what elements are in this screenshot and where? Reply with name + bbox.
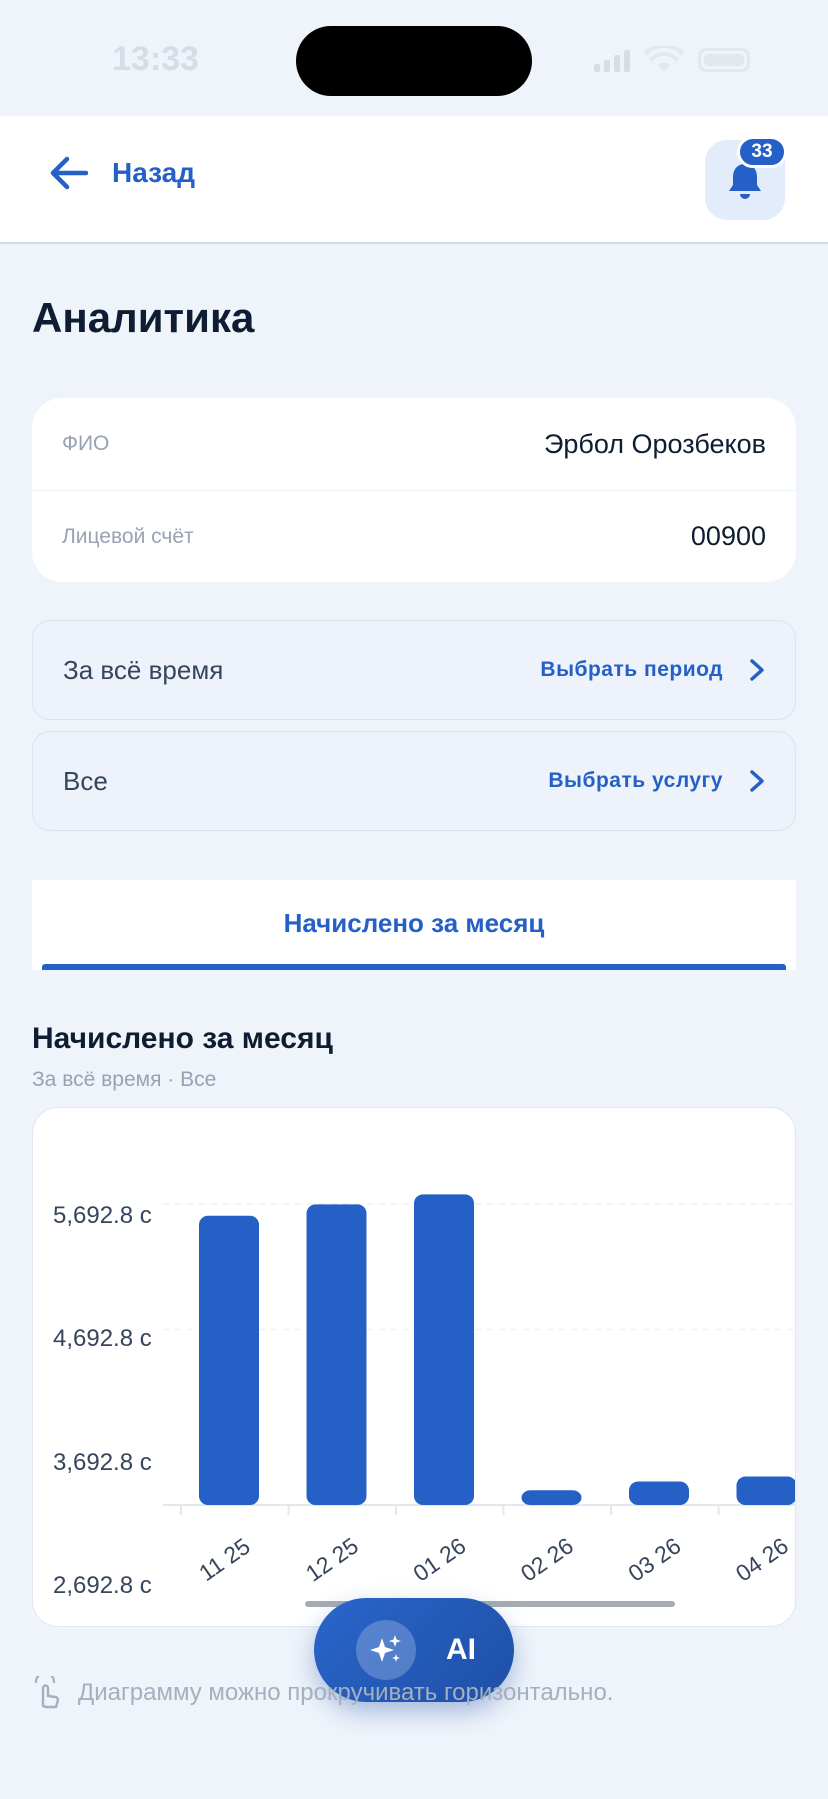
bar (199, 1215, 259, 1505)
tab-active-indicator (42, 964, 786, 970)
wifi-icon (644, 46, 684, 72)
back-label: Назад (112, 157, 196, 188)
y-tick-label: 4,692.8 с (53, 1325, 152, 1352)
bar (306, 1204, 367, 1505)
y-tick-label: 3,692.8 с (53, 1449, 152, 1476)
section-title: Начислено за месяц (32, 1022, 333, 1055)
info-value: 00900 (690, 521, 766, 551)
arrow-left-icon (50, 156, 88, 190)
info-value: Эрбол Орозбеков (543, 428, 766, 459)
bar (736, 1476, 795, 1505)
back-button[interactable]: Назад (50, 156, 195, 190)
x-tick-label: 02 26 (516, 1532, 578, 1586)
info-row-fio: ФИО Эрбол Орозбеков (32, 398, 796, 490)
bar (521, 1490, 582, 1505)
period-value: За всё время (63, 654, 224, 685)
hint-text: Диаграмму можно прокручивать горизонталь… (78, 1679, 614, 1706)
select-period-label: Выбрать период (540, 658, 723, 681)
x-tick-label: 04 26 (731, 1532, 793, 1586)
period-filter[interactable]: За всё время Выбрать период (32, 620, 796, 720)
notification-count-badge: 33 (737, 136, 787, 168)
bar (414, 1194, 474, 1505)
chevron-right-icon (750, 659, 764, 681)
x-tick-label: 03 26 (623, 1532, 685, 1586)
page-title: Аналитика (32, 294, 255, 341)
info-label: Лицевой счёт (62, 524, 194, 548)
x-tick-label: 12 25 (301, 1532, 363, 1586)
status-bar: 13:33 (0, 0, 828, 116)
section-subtitle: За всё время · Все (32, 1068, 217, 1091)
account-info-card: ФИО Эрбол Орозбеков Лицевой счёт 00900 (32, 398, 796, 582)
chevron-right-icon (750, 770, 764, 792)
select-service-button[interactable]: Выбрать услугу (548, 769, 765, 793)
status-time: 13:33 (112, 40, 199, 78)
select-period-button[interactable]: Выбрать период (540, 658, 765, 682)
y-tick-label: 5,692.8 с (53, 1202, 152, 1229)
ai-label: AI (446, 1633, 476, 1666)
status-icons (594, 46, 750, 74)
sparkle-icon (356, 1620, 416, 1680)
service-value: Все (63, 765, 108, 796)
x-tick-label: 01 26 (408, 1532, 470, 1586)
bar-chart: 5,692.8 с 4,692.8 с 3,692.8 с 2,692.8 с 11 2… (53, 1194, 795, 1599)
dynamic-island (296, 26, 532, 96)
cellular-signal-icon (594, 48, 630, 72)
battery-icon (698, 48, 750, 72)
y-tick-label: 2,692.8 с (53, 1572, 152, 1599)
chart-card[interactable]: 5,692.8 с 4,692.8 с 3,692.8 с 2,692.8 с 11 2… (32, 1107, 796, 1627)
bar (629, 1481, 689, 1505)
service-filter[interactable]: Все Выбрать услугу (32, 731, 796, 831)
tab-strip: Начислено за месяц (32, 880, 796, 970)
notifications-button[interactable]: 33 (705, 136, 787, 220)
select-service-label: Выбрать услугу (548, 769, 723, 792)
hand-swipe-icon (34, 1676, 60, 1709)
x-tick-label: 11 25 (194, 1533, 255, 1586)
tab-monthly-charges[interactable]: Начислено за месяц (32, 880, 796, 939)
info-label: ФИО (62, 432, 110, 455)
scroll-hint: Диаграмму можно прокручивать горизонталь… (32, 1676, 613, 1710)
app-header: Назад 33 (0, 116, 828, 244)
info-row-account: Лицевой счёт 00900 (32, 490, 796, 582)
